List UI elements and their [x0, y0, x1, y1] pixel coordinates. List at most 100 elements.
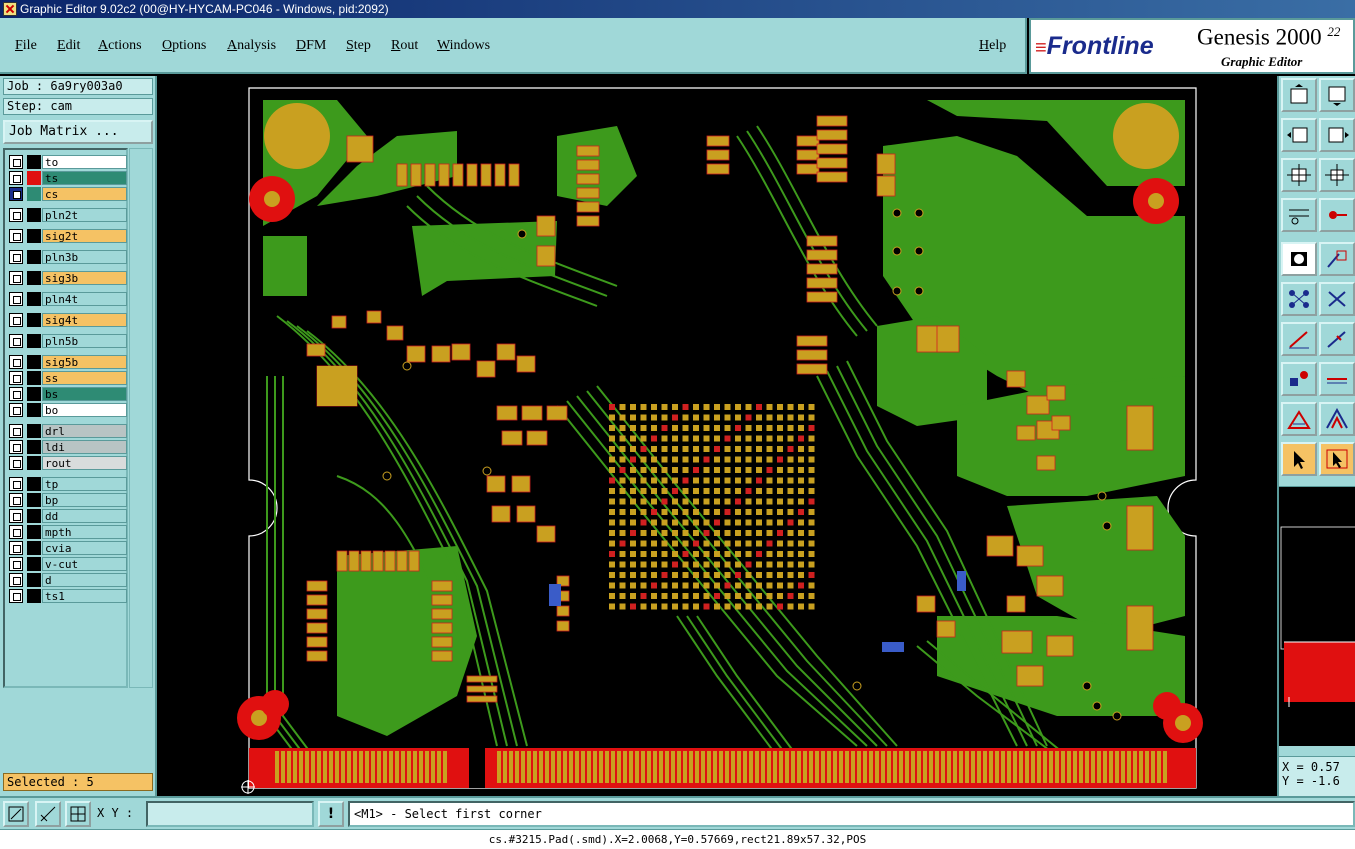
layer-name[interactable]: pln2t — [42, 208, 127, 222]
menu-windows[interactable]: Windows — [437, 38, 490, 54]
layer-name[interactable]: pln3b — [42, 250, 127, 264]
layer-checkbox[interactable] — [9, 525, 23, 539]
layer-row[interactable]: dd — [9, 509, 127, 523]
layer-indicator[interactable] — [27, 403, 41, 417]
layer-indicator[interactable] — [27, 509, 41, 523]
tool-line-button[interactable] — [1281, 322, 1317, 356]
layer-row[interactable]: ldi — [9, 440, 127, 454]
layer-row[interactable]: v-cut — [9, 557, 127, 571]
menu-help[interactable]: Help — [979, 38, 1006, 54]
layer-row[interactable]: ts1 — [9, 589, 127, 603]
layer-checkbox[interactable] — [9, 541, 23, 555]
layer-checkbox[interactable] — [9, 403, 23, 417]
tool-pan-right-button[interactable] — [1319, 118, 1355, 152]
layer-row[interactable]: cs — [9, 187, 127, 201]
layer-row[interactable]: bp — [9, 493, 127, 507]
layer-name[interactable]: pln5b — [42, 334, 127, 348]
layer-indicator[interactable] — [27, 371, 41, 385]
menu-options[interactable]: Options — [162, 38, 206, 54]
layer-name[interactable]: drl — [42, 424, 127, 438]
zoom-box-button[interactable] — [3, 801, 29, 827]
layer-checkbox[interactable] — [9, 313, 23, 327]
tool-zoom-top-button[interactable] — [1281, 78, 1317, 112]
tool-draw-shape-button[interactable] — [1319, 242, 1355, 276]
layer-checkbox[interactable] — [9, 440, 23, 454]
layer-name[interactable]: cs — [42, 187, 127, 201]
tool-pad-add-button[interactable] — [1281, 362, 1317, 396]
layer-checkbox[interactable] — [9, 509, 23, 523]
layer-row[interactable]: ts — [9, 171, 127, 185]
layer-indicator[interactable] — [27, 477, 41, 491]
layer-row[interactable]: cvia — [9, 541, 127, 555]
layer-name[interactable]: sig4t — [42, 313, 127, 327]
tool-arrow-up-button[interactable] — [1319, 402, 1355, 436]
layer-indicator[interactable] — [27, 313, 41, 327]
layer-name[interactable]: bo — [42, 403, 127, 417]
work-layer-icon[interactable] — [27, 187, 41, 201]
layer-indicator[interactable] — [27, 334, 41, 348]
menu-rout[interactable]: Rout — [391, 38, 418, 54]
layer-name[interactable]: sig3b — [42, 271, 127, 285]
layer-checkbox[interactable] — [9, 424, 23, 438]
layer-checkbox[interactable] — [9, 334, 23, 348]
layer-indicator[interactable] — [27, 424, 41, 438]
layer-row[interactable]: bs — [9, 387, 127, 401]
layer-checkbox[interactable] — [9, 557, 23, 571]
layer-indicator[interactable] — [27, 541, 41, 555]
layer-list-scrollbar[interactable] — [129, 148, 153, 688]
layer-name[interactable]: d — [42, 573, 127, 587]
layer-name[interactable]: bs — [42, 387, 127, 401]
layer-indicator[interactable] — [27, 589, 41, 603]
layer-indicator[interactable] — [27, 155, 41, 169]
layer-indicator[interactable] — [27, 456, 41, 470]
tool-cross-button[interactable] — [1319, 282, 1355, 316]
layer-indicator[interactable] — [27, 355, 41, 369]
tool-zoom-home-button[interactable] — [1319, 158, 1355, 192]
layer-row[interactable]: sig5b — [9, 355, 127, 369]
layer-row[interactable]: drl — [9, 424, 127, 438]
pcb-view[interactable] — [157, 76, 1277, 796]
menu-edit[interactable]: Edit — [57, 38, 80, 54]
tool-measure-button[interactable] — [1281, 198, 1317, 232]
job-matrix-button[interactable]: Job Matrix ... — [3, 120, 153, 144]
layer-name[interactable]: sig2t — [42, 229, 127, 243]
layer-indicator[interactable] — [27, 557, 41, 571]
tool-pointer-select-button[interactable] — [1319, 442, 1355, 476]
layer-name[interactable]: v-cut — [42, 557, 127, 571]
layer-indicator[interactable] — [27, 171, 41, 185]
layer-checkbox[interactable] — [9, 292, 23, 306]
layer-name[interactable]: ts1 — [42, 589, 127, 603]
xy-input[interactable] — [146, 801, 314, 827]
layer-indicator[interactable] — [27, 493, 41, 507]
tool-net-button[interactable] — [1281, 282, 1317, 316]
layer-checkbox[interactable] — [9, 208, 23, 222]
layer-row[interactable]: to — [9, 155, 127, 169]
layer-indicator[interactable] — [27, 387, 41, 401]
layer-name[interactable]: tp — [42, 477, 127, 491]
tool-snap-button[interactable] — [1319, 198, 1355, 232]
layer-row[interactable]: pln2t — [9, 208, 127, 222]
layer-indicator[interactable] — [27, 250, 41, 264]
tool-pan-left-button[interactable] — [1281, 118, 1317, 152]
measure-button[interactable] — [35, 801, 61, 827]
grid-button[interactable] — [65, 801, 91, 827]
menu-dfm[interactable]: DFM — [296, 38, 326, 54]
layer-checkbox[interactable] — [9, 355, 23, 369]
layer-name[interactable]: to — [42, 155, 127, 169]
graphic-canvas[interactable] — [157, 76, 1277, 796]
tool-zoom-fit-button[interactable] — [1281, 158, 1317, 192]
layer-indicator[interactable] — [27, 208, 41, 222]
layer-name[interactable]: bp — [42, 493, 127, 507]
tool-triangle-button[interactable] — [1281, 402, 1317, 436]
layer-row[interactable]: rout — [9, 456, 127, 470]
layer-checkbox[interactable] — [9, 589, 23, 603]
layer-indicator[interactable] — [27, 525, 41, 539]
layer-name[interactable]: pln4t — [42, 292, 127, 306]
layer-checkbox[interactable] — [9, 493, 23, 507]
layer-indicator[interactable] — [27, 573, 41, 587]
layer-name[interactable]: dd — [42, 509, 127, 523]
layer-indicator[interactable] — [27, 229, 41, 243]
tool-select-pad-button[interactable] — [1281, 242, 1317, 276]
layer-name[interactable]: sig5b — [42, 355, 127, 369]
layer-checkbox[interactable] — [9, 271, 23, 285]
